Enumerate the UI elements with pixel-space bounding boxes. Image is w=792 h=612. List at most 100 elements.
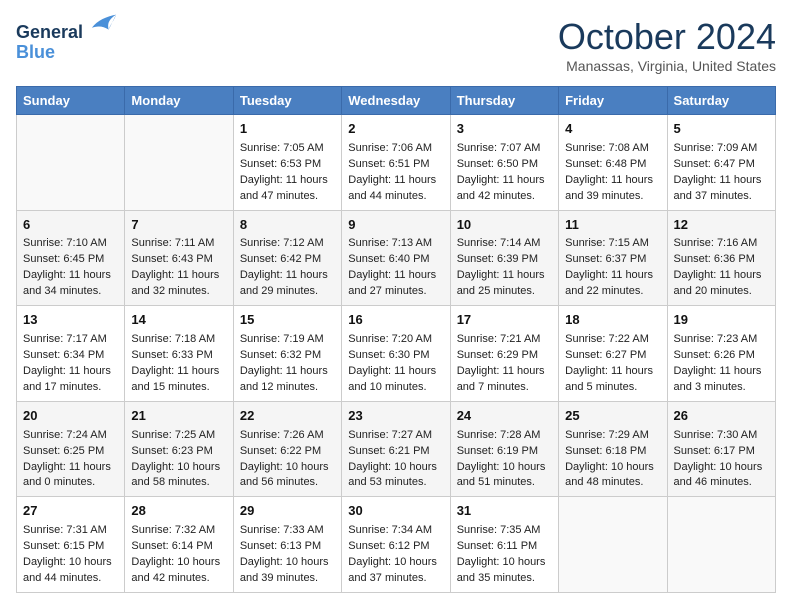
daylight-text: Daylight: 11 hours and 22 minutes. — [565, 268, 660, 300]
daylight-text: Daylight: 10 hours and 51 minutes. — [457, 460, 552, 492]
sunset-text: Sunset: 6:19 PM — [457, 444, 552, 460]
sunrise-text: Sunrise: 7:35 AM — [457, 523, 552, 539]
day-number: 7 — [131, 216, 226, 235]
logo: General Blue — [16, 16, 118, 63]
daylight-text: Daylight: 11 hours and 0 minutes. — [23, 460, 118, 492]
sunrise-text: Sunrise: 7:31 AM — [23, 523, 118, 539]
daylight-text: Daylight: 10 hours and 48 minutes. — [565, 460, 660, 492]
daylight-text: Daylight: 11 hours and 29 minutes. — [240, 268, 335, 300]
header-day-sunday: Sunday — [17, 87, 125, 115]
sunrise-text: Sunrise: 7:30 AM — [674, 428, 769, 444]
sunset-text: Sunset: 6:33 PM — [131, 348, 226, 364]
daylight-text: Daylight: 11 hours and 32 minutes. — [131, 268, 226, 300]
calendar-cell: 12Sunrise: 7:16 AMSunset: 6:36 PMDayligh… — [667, 210, 775, 306]
sunset-text: Sunset: 6:50 PM — [457, 157, 552, 173]
day-number: 25 — [565, 407, 660, 426]
calendar-cell: 17Sunrise: 7:21 AMSunset: 6:29 PMDayligh… — [450, 306, 558, 402]
header-day-wednesday: Wednesday — [342, 87, 450, 115]
calendar-cell: 21Sunrise: 7:25 AMSunset: 6:23 PMDayligh… — [125, 401, 233, 497]
logo-text: General — [16, 16, 118, 43]
sunset-text: Sunset: 6:14 PM — [131, 539, 226, 555]
calendar-cell: 23Sunrise: 7:27 AMSunset: 6:21 PMDayligh… — [342, 401, 450, 497]
calendar-cell — [667, 497, 775, 593]
sunset-text: Sunset: 6:26 PM — [674, 348, 769, 364]
day-number: 21 — [131, 407, 226, 426]
daylight-text: Daylight: 10 hours and 58 minutes. — [131, 460, 226, 492]
sunrise-text: Sunrise: 7:10 AM — [23, 236, 118, 252]
calendar-cell: 18Sunrise: 7:22 AMSunset: 6:27 PMDayligh… — [559, 306, 667, 402]
calendar-cell: 3Sunrise: 7:07 AMSunset: 6:50 PMDaylight… — [450, 115, 558, 211]
sunset-text: Sunset: 6:48 PM — [565, 157, 660, 173]
calendar-cell — [17, 115, 125, 211]
calendar-cell: 7Sunrise: 7:11 AMSunset: 6:43 PMDaylight… — [125, 210, 233, 306]
day-number: 14 — [131, 311, 226, 330]
calendar-cell: 1Sunrise: 7:05 AMSunset: 6:53 PMDaylight… — [233, 115, 341, 211]
header-day-friday: Friday — [559, 87, 667, 115]
daylight-text: Daylight: 10 hours and 56 minutes. — [240, 460, 335, 492]
daylight-text: Daylight: 11 hours and 27 minutes. — [348, 268, 443, 300]
day-number: 22 — [240, 407, 335, 426]
sunrise-text: Sunrise: 7:19 AM — [240, 332, 335, 348]
sunrise-text: Sunrise: 7:16 AM — [674, 236, 769, 252]
day-number: 27 — [23, 502, 118, 521]
day-number: 10 — [457, 216, 552, 235]
sunset-text: Sunset: 6:13 PM — [240, 539, 335, 555]
day-number: 9 — [348, 216, 443, 235]
week-row-2: 6Sunrise: 7:10 AMSunset: 6:45 PM Daylight… — [17, 210, 776, 306]
calendar-cell: 2Sunrise: 7:06 AMSunset: 6:51 PMDaylight… — [342, 115, 450, 211]
header-day-tuesday: Tuesday — [233, 87, 341, 115]
daylight-text: Daylight: 10 hours and 44 minutes. — [23, 555, 118, 587]
sunset-text: Sunset: 6:47 PM — [674, 157, 769, 173]
page-header: General Blue October 2024 Manassas, Virg… — [16, 16, 776, 74]
day-number: 8 — [240, 216, 335, 235]
day-number: 3 — [457, 120, 552, 139]
calendar-cell: 28Sunrise: 7:32 AMSunset: 6:14 PMDayligh… — [125, 497, 233, 593]
sunrise-text: Sunrise: 7:29 AM — [565, 428, 660, 444]
sunrise-text: Sunrise: 7:26 AM — [240, 428, 335, 444]
daylight-text: Daylight: 11 hours and 17 minutes. — [23, 364, 118, 396]
sunset-text: Sunset: 6:40 PM — [348, 252, 443, 268]
day-number: 2 — [348, 120, 443, 139]
daylight-text: Daylight: 11 hours and 10 minutes. — [348, 364, 443, 396]
calendar-body: 1Sunrise: 7:05 AMSunset: 6:53 PMDaylight… — [17, 115, 776, 593]
sunset-text: Sunset: 6:34 PM — [23, 348, 118, 364]
header-day-monday: Monday — [125, 87, 233, 115]
daylight-text: Daylight: 11 hours and 5 minutes. — [565, 364, 660, 396]
calendar-cell: 5Sunrise: 7:09 AMSunset: 6:47 PMDaylight… — [667, 115, 775, 211]
day-number: 4 — [565, 120, 660, 139]
calendar-cell: 9Sunrise: 7:13 AMSunset: 6:40 PMDaylight… — [342, 210, 450, 306]
sunrise-text: Sunrise: 7:05 AM — [240, 141, 335, 157]
calendar-cell: 15Sunrise: 7:19 AMSunset: 6:32 PMDayligh… — [233, 306, 341, 402]
week-row-3: 13Sunrise: 7:17 AMSunset: 6:34 PMDayligh… — [17, 306, 776, 402]
sunrise-text: Sunrise: 7:12 AM — [240, 236, 335, 252]
calendar-cell: 16Sunrise: 7:20 AMSunset: 6:30 PMDayligh… — [342, 306, 450, 402]
calendar-cell: 29Sunrise: 7:33 AMSunset: 6:13 PMDayligh… — [233, 497, 341, 593]
calendar-cell: 14Sunrise: 7:18 AMSunset: 6:33 PMDayligh… — [125, 306, 233, 402]
day-number: 6 — [23, 216, 118, 235]
sunset-text: Sunset: 6:30 PM — [348, 348, 443, 364]
calendar-cell: 30Sunrise: 7:34 AMSunset: 6:12 PMDayligh… — [342, 497, 450, 593]
day-number: 19 — [674, 311, 769, 330]
sunrise-text: Sunrise: 7:07 AM — [457, 141, 552, 157]
sunrise-text: Sunrise: 7:22 AM — [565, 332, 660, 348]
header-day-saturday: Saturday — [667, 87, 775, 115]
daylight-text: Daylight: 10 hours and 42 minutes. — [131, 555, 226, 587]
calendar-cell: 25Sunrise: 7:29 AMSunset: 6:18 PMDayligh… — [559, 401, 667, 497]
calendar-cell: 8Sunrise: 7:12 AMSunset: 6:42 PMDaylight… — [233, 210, 341, 306]
daylight-text: Daylight: 11 hours and 44 minutes. — [348, 173, 443, 205]
sunset-text: Sunset: 6:45 PM — [23, 252, 118, 268]
daylight-text: Daylight: 11 hours and 47 minutes. — [240, 173, 335, 205]
day-number: 28 — [131, 502, 226, 521]
day-number: 30 — [348, 502, 443, 521]
day-number: 24 — [457, 407, 552, 426]
calendar-cell: 22Sunrise: 7:26 AMSunset: 6:22 PMDayligh… — [233, 401, 341, 497]
day-number: 5 — [674, 120, 769, 139]
day-number: 12 — [674, 216, 769, 235]
month-title: October 2024 — [558, 16, 776, 58]
sunset-text: Sunset: 6:36 PM — [674, 252, 769, 268]
sunrise-text: Sunrise: 7:15 AM — [565, 236, 660, 252]
sunrise-text: Sunrise: 7:21 AM — [457, 332, 552, 348]
day-number: 13 — [23, 311, 118, 330]
day-number: 26 — [674, 407, 769, 426]
sunset-text: Sunset: 6:21 PM — [348, 444, 443, 460]
